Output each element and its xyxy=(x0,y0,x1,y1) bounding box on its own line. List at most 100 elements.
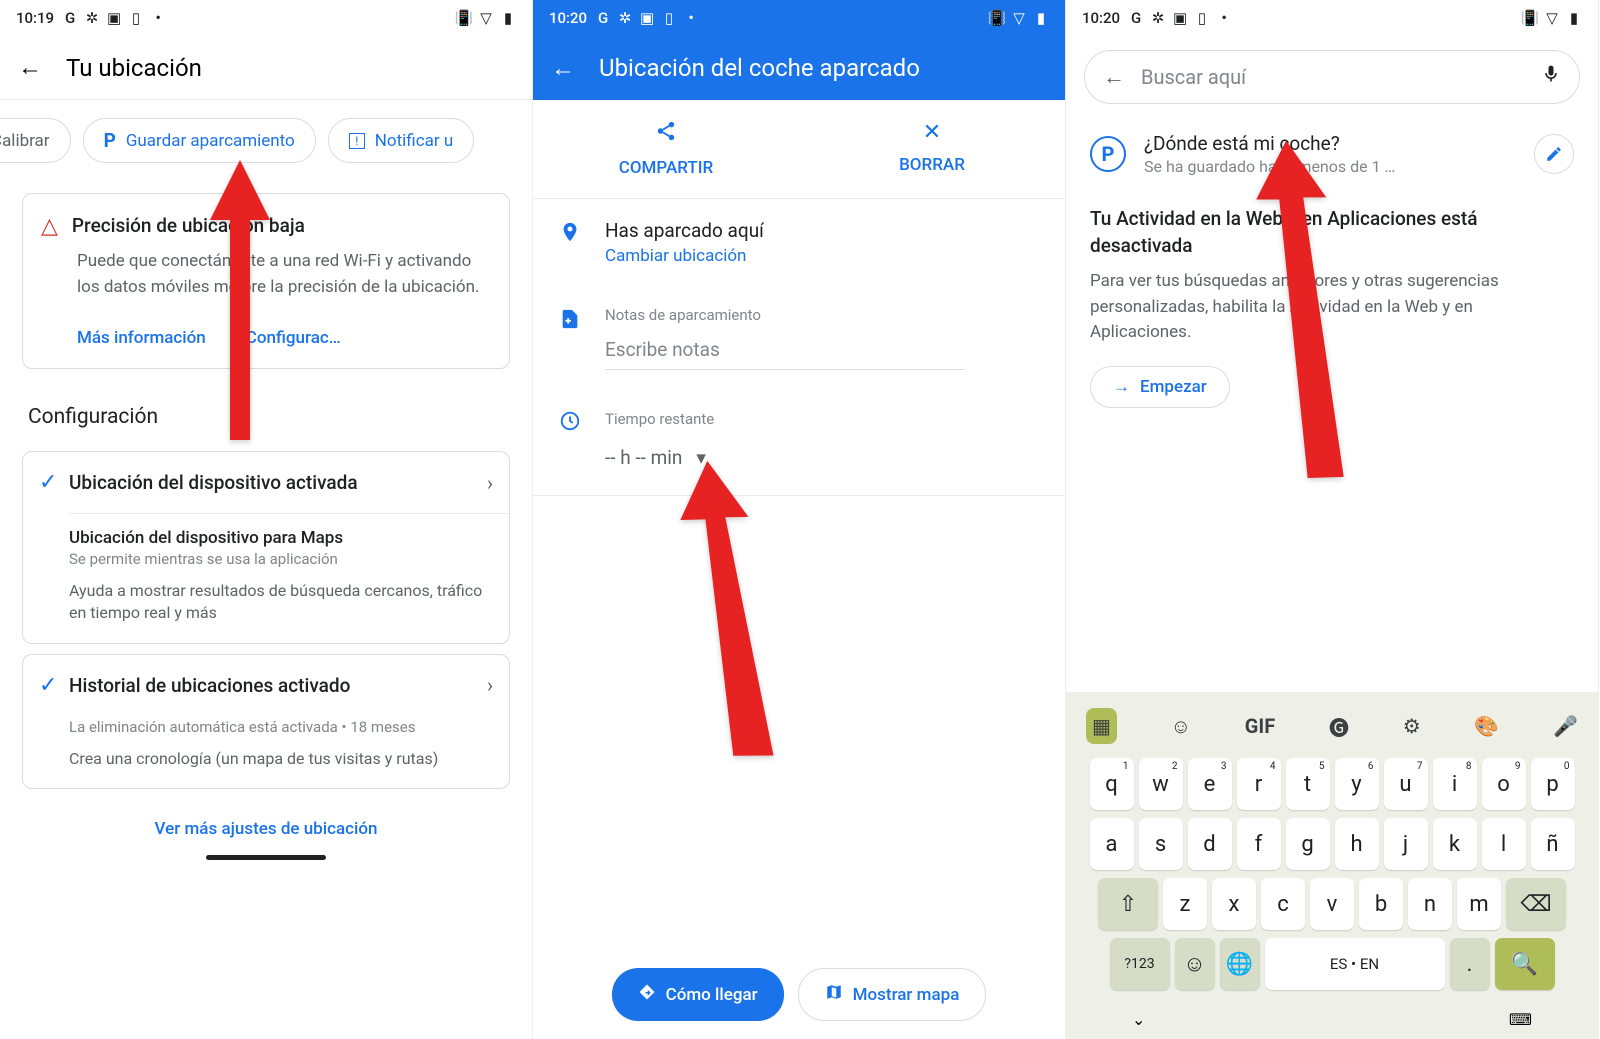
screen-parked-car: 10:20 G ✲ ▣ ▯ • 📳 ▽ ▮ ← Ubicación del co… xyxy=(533,0,1066,1039)
kb-key-n[interactable]: n xyxy=(1408,878,1452,930)
kb-key-z[interactable]: z xyxy=(1163,878,1207,930)
mic-icon[interactable] xyxy=(1541,62,1561,92)
kb-key-u[interactable]: u7 xyxy=(1384,758,1428,810)
kb-key-s[interactable]: s xyxy=(1139,818,1183,870)
page-title: Ubicación del coche aparcado xyxy=(599,54,920,82)
kb-key-x[interactable]: x xyxy=(1212,878,1256,930)
status-time: 10:20 xyxy=(549,9,587,27)
start-button[interactable]: → Empezar xyxy=(1090,366,1230,408)
kb-gif-icon[interactable]: GIF xyxy=(1245,714,1275,738)
kb-key-j[interactable]: j xyxy=(1384,818,1428,870)
notes-input[interactable]: Escribe notas xyxy=(605,338,965,370)
more-info-link[interactable]: Más información xyxy=(77,328,206,348)
map-icon xyxy=(825,983,843,1006)
back-icon[interactable]: ← xyxy=(1103,64,1125,90)
kb-key-b[interactable]: b xyxy=(1359,878,1403,930)
kb-row-2: asdfghjklñ xyxy=(1072,818,1592,870)
chevron-right-icon: › xyxy=(487,673,493,697)
kb-key-y[interactable]: y6 xyxy=(1335,758,1379,810)
device-location-row[interactable]: ✓ Ubicación del dispositivo activada › xyxy=(23,452,509,513)
kb-key-d[interactable]: d xyxy=(1188,818,1232,870)
activity-title: Tu Actividad en la Web y en Aplicaciones… xyxy=(1090,206,1574,259)
kb-key-f[interactable]: f xyxy=(1237,818,1281,870)
sub-note: La eliminación automática está activada … xyxy=(69,718,493,736)
kb-sticker-icon[interactable]: ☺ xyxy=(1171,714,1191,739)
kb-shift[interactable]: ⇧ xyxy=(1098,878,1158,930)
card-body: Puede que conectándote a una red Wi-Fi y… xyxy=(41,249,491,300)
share-button[interactable]: COMPARTIR xyxy=(533,100,799,198)
kb-key-i[interactable]: i8 xyxy=(1433,758,1477,810)
kb-key-c[interactable]: c xyxy=(1261,878,1305,930)
show-map-button[interactable]: Mostrar mapa xyxy=(798,968,987,1021)
kb-backspace[interactable]: ⌫ xyxy=(1506,878,1566,930)
parking-result[interactable]: P ¿Dónde está mi coche? Se ha guardado h… xyxy=(1066,122,1598,186)
delete-button[interactable]: ✕ BORRAR xyxy=(799,100,1065,198)
dot-icon: • xyxy=(150,10,166,26)
kb-key-p[interactable]: p0 xyxy=(1531,758,1575,810)
kb-key-v[interactable]: v xyxy=(1310,878,1354,930)
notes-label: Notas de aparcamiento xyxy=(605,306,965,324)
card-title: Precisión de ubicación baja xyxy=(72,214,305,237)
kb-key-q[interactable]: q1 xyxy=(1090,758,1134,810)
chip-save-parking[interactable]: PGuardar aparcamiento xyxy=(83,118,316,163)
nav-down-icon[interactable]: ⌄ xyxy=(1132,1010,1145,1029)
edit-button[interactable] xyxy=(1534,134,1574,174)
chip-notify[interactable]: !Notificar u xyxy=(328,118,474,163)
configure-link[interactable]: Configurac… xyxy=(246,328,341,348)
parked-title: Has aparcado aquí xyxy=(605,219,764,242)
alert-box-icon: ! xyxy=(349,133,365,149)
dropdown-icon: ▾ xyxy=(696,446,706,469)
kb-row-1: q1w2e3r4t5y6u7i8o9p0 xyxy=(1072,758,1592,810)
fan-icon: ✲ xyxy=(1150,10,1166,26)
picture-icon: ▣ xyxy=(639,10,655,26)
kb-key-h[interactable]: h xyxy=(1335,818,1379,870)
low-accuracy-card: △ Precisión de ubicación baja Puede que … xyxy=(22,193,510,369)
chip-calibrate[interactable]: Calibrar xyxy=(0,118,71,163)
activity-desc: Para ver tus búsquedas anteriores y otra… xyxy=(1090,269,1574,346)
phone-icon: ▯ xyxy=(128,10,144,26)
back-icon[interactable]: ← xyxy=(551,54,575,83)
page-title: Tu ubicación xyxy=(66,54,202,82)
kb-period[interactable]: . xyxy=(1450,938,1490,990)
kb-key-l[interactable]: l xyxy=(1482,818,1526,870)
change-location-link[interactable]: Cambiar ubicación xyxy=(605,246,764,266)
activity-block: Tu Actividad en la Web y en Aplicaciones… xyxy=(1066,186,1598,428)
wifi-icon: ▽ xyxy=(1544,10,1560,26)
kb-globe[interactable]: 🌐 xyxy=(1220,938,1260,990)
kb-settings-icon[interactable]: ⚙ xyxy=(1403,714,1421,738)
kb-palette-icon[interactable]: 🎨 xyxy=(1474,714,1499,738)
fan-icon: ✲ xyxy=(84,10,100,26)
kb-key-t[interactable]: t5 xyxy=(1286,758,1330,810)
arrow-right-icon: → xyxy=(1113,377,1130,397)
nav-keyboard-icon[interactable]: ⌨ xyxy=(1509,1010,1532,1029)
search-bar[interactable]: ← Buscar aquí xyxy=(1084,50,1580,104)
time-selector[interactable]: -- h -- min ▾ xyxy=(605,446,714,469)
google-icon: G xyxy=(595,10,611,26)
warning-icon: △ xyxy=(41,214,58,239)
kb-key-r[interactable]: r4 xyxy=(1237,758,1281,810)
kb-key-e[interactable]: e3 xyxy=(1188,758,1232,810)
kb-key-a[interactable]: a xyxy=(1090,818,1134,870)
kb-key-k[interactable]: k xyxy=(1433,818,1477,870)
kb-key-w[interactable]: w2 xyxy=(1139,758,1183,810)
kb-search[interactable]: 🔍 xyxy=(1495,938,1555,990)
kb-key-o[interactable]: o9 xyxy=(1482,758,1526,810)
picture-icon: ▣ xyxy=(106,10,122,26)
back-icon[interactable]: ← xyxy=(18,53,42,82)
kb-apps-icon[interactable]: ▦ xyxy=(1086,708,1117,744)
directions-button[interactable]: Cómo llegar xyxy=(612,968,784,1021)
kb-key-ñ[interactable]: ñ xyxy=(1531,818,1575,870)
more-settings-link[interactable]: Ver más ajustes de ubicación xyxy=(0,799,532,849)
kb-emoji[interactable]: ☺ xyxy=(1175,938,1215,990)
kb-key-m[interactable]: m xyxy=(1457,878,1501,930)
parking-icon: P xyxy=(104,129,116,152)
home-indicator[interactable] xyxy=(206,855,326,860)
location-history-row[interactable]: ✓ Historial de ubicaciones activado › xyxy=(23,655,509,716)
wifi-icon: ▽ xyxy=(478,10,494,26)
kb-key-g[interactable]: g xyxy=(1286,818,1330,870)
kb-translate-icon[interactable]: 🅖 xyxy=(1329,712,1349,741)
kb-symbols[interactable]: ?123 xyxy=(1110,938,1170,990)
status-time: 10:19 xyxy=(16,9,54,27)
kb-mic-icon[interactable]: 🎤 xyxy=(1553,714,1578,738)
kb-space[interactable]: ES • EN xyxy=(1265,938,1445,990)
